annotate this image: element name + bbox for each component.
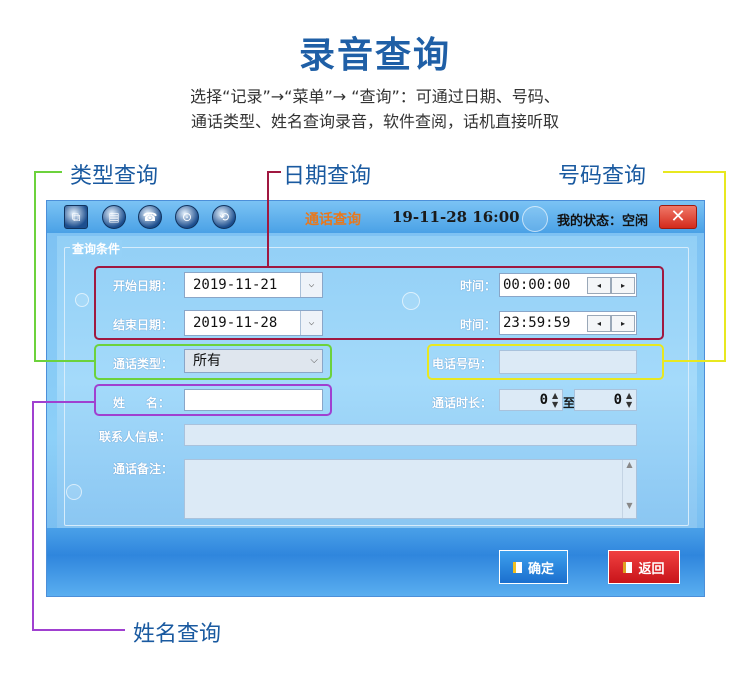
number-highlight-box <box>427 344 664 380</box>
type-highlight-box <box>94 344 332 380</box>
type-connector-line <box>34 171 95 362</box>
number-connector-line <box>663 171 726 362</box>
date-highlight-box <box>94 266 664 340</box>
name-connector-line <box>32 401 125 631</box>
date-connector-line <box>267 171 281 267</box>
annotation-overlay <box>32 171 726 631</box>
name-highlight-box <box>94 384 332 416</box>
